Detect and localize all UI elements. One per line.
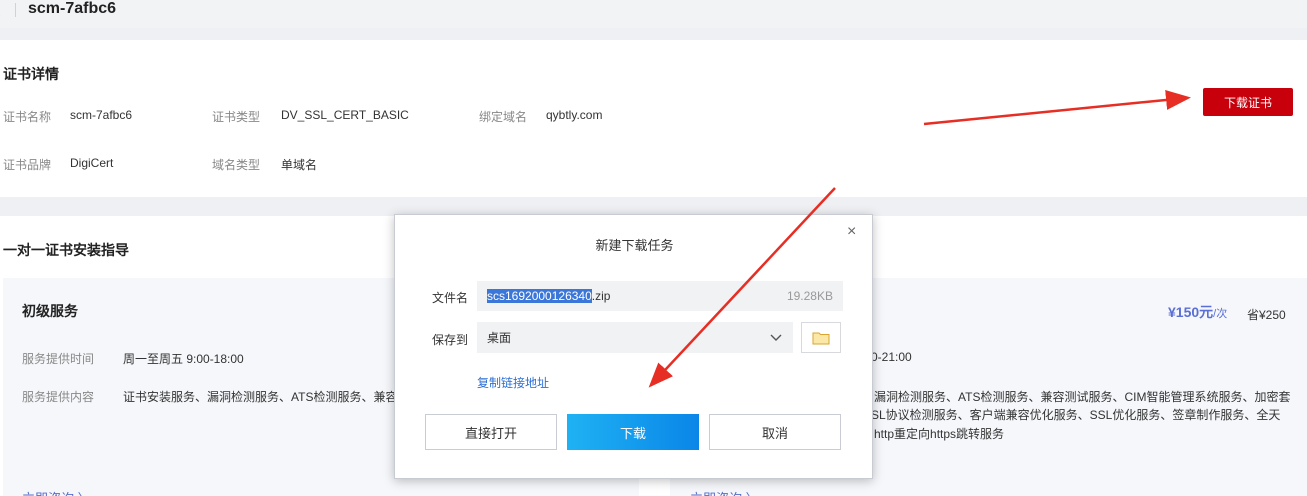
folder-icon: [812, 332, 830, 344]
copy-link-address[interactable]: 复制链接地址: [477, 374, 549, 391]
cert-type-value: DV_SSL_CERT_BASIC: [281, 108, 409, 122]
domain-type-label: 域名类型: [212, 158, 261, 172]
filename-label: 文件名: [432, 291, 469, 305]
advanced-save-amount: 省¥250: [1247, 308, 1286, 322]
advanced-content-line: 漏洞检测服务、ATS检测服务、兼容测试服务、CIM智能管理系统服务、加密套: [874, 390, 1291, 404]
basic-content-label: 服务提供内容: [22, 390, 95, 404]
page-title: scm-7afbc6: [28, 0, 117, 17]
cert-name-label: 证书名称: [3, 110, 52, 124]
file-size: 19.28KB: [786, 289, 833, 303]
domain-type-value: 单域名: [281, 158, 318, 172]
cert-details-title: 证书详情: [3, 66, 59, 82]
new-download-dialog: 新建下载任务 × 文件名 scs1692000126340 .zip 19.28K…: [394, 214, 873, 479]
back-chevron-icon[interactable]: ‹: [0, 4, 1, 20]
advanced-content-line: http重定向https跳转服务: [874, 427, 1005, 441]
cert-brand-value: DigiCert: [70, 156, 114, 170]
filename-extension: .zip: [591, 289, 611, 303]
filename-input[interactable]: scs1692000126340 .zip 19.28KB: [477, 281, 843, 311]
basic-content-value: 证书安装服务、漏洞检测服务、ATS检测服务、兼容: [123, 390, 398, 404]
download-button[interactable]: 下载: [567, 414, 699, 450]
download-cert-button[interactable]: 下载证书: [1203, 88, 1293, 116]
save-location-value: 桌面: [487, 331, 512, 345]
open-directly-button[interactable]: 直接打开: [425, 414, 557, 450]
cert-brand-label: 证书品牌: [3, 158, 52, 172]
advanced-content-line: SL协议检测服务、客户端兼容优化服务、SSL优化服务、签章制作服务、全天: [871, 408, 1281, 422]
dialog-title: 新建下载任务: [595, 238, 674, 253]
basic-service-title: 初级服务: [22, 303, 78, 319]
install-guide-title: 一对一证书安装指导: [3, 242, 129, 258]
close-icon[interactable]: ×: [847, 223, 856, 241]
cert-details-card: [0, 40, 1307, 197]
title-divider: [15, 3, 16, 17]
basic-consult-link[interactable]: 立即咨询 〉: [22, 488, 91, 496]
advanced-consult-link[interactable]: 立即咨询 〉: [690, 488, 759, 496]
bound-domain-value: qybtly.com: [546, 108, 603, 122]
bound-domain-label: 绑定域名: [479, 110, 528, 124]
advanced-price: ¥150元/次: [1168, 304, 1228, 320]
save-to-label: 保存到: [432, 333, 469, 347]
chevron-down-icon: [770, 334, 782, 341]
basic-time-value: 周一至周五 9:00-18:00: [123, 352, 244, 366]
cert-name-value: scm-7afbc6: [70, 108, 133, 122]
filename-selected-text: scs1692000126340: [487, 289, 592, 303]
cert-type-label: 证书类型: [212, 110, 261, 124]
save-location-select[interactable]: 桌面: [477, 322, 793, 353]
cancel-button[interactable]: 取消: [709, 414, 841, 450]
top-bar: ‹ scm-7afbc6: [0, 0, 1307, 28]
browse-folder-button[interactable]: [801, 322, 841, 353]
basic-time-label: 服务提供时间: [22, 352, 95, 366]
advanced-time-value: 0-21:00: [871, 350, 912, 364]
